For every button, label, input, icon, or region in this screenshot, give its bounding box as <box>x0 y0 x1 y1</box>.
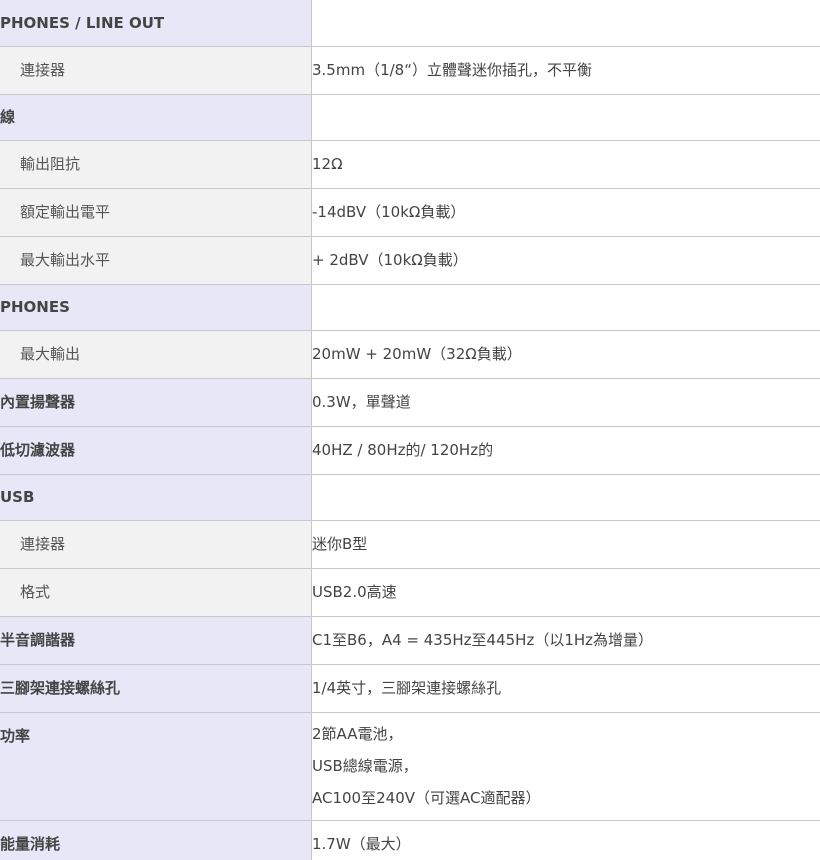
spec-value <box>311 473 820 521</box>
table-row: 低切濾波器 40HZ / 80Hz的/ 120Hz的 <box>0 425 820 475</box>
spec-label: 連接器 <box>0 45 312 95</box>
spec-value <box>311 283 820 331</box>
table-row: 內置揚聲器 0.3W，單聲道 <box>0 377 820 427</box>
table-row: 功率 2節AA電池， USB總線電源， AC100至240V（可選AC適配器） <box>0 711 820 821</box>
section-label: 低切濾波器 <box>0 425 312 475</box>
section-label: 三腳架連接螺絲孔 <box>0 663 312 713</box>
spec-label: 連接器 <box>0 519 312 569</box>
spec-value <box>311 0 820 47</box>
section-label: USB <box>0 473 312 521</box>
spec-label: 格式 <box>0 567 312 617</box>
table-row: 額定輸出電平 -14dBV（10kΩ負載） <box>0 187 820 237</box>
table-row: 連接器 迷你B型 <box>0 519 820 569</box>
spec-value: -14dBV（10kΩ負載） <box>311 187 820 237</box>
spec-label: 最大輸出 <box>0 329 312 379</box>
spec-value-multiline: 2節AA電池， USB總線電源， AC100至240V（可選AC適配器） <box>311 711 820 821</box>
spec-value: 40HZ / 80Hz的/ 120Hz的 <box>311 425 820 475</box>
table-row: 最大輸出 20mW + 20mW（32Ω負載） <box>0 329 820 379</box>
spec-value: 1.7W（最大） <box>311 819 820 860</box>
spec-value-line: USB總線電源， <box>312 756 418 775</box>
section-label: 功率 <box>0 711 312 821</box>
spec-value: 1/4英寸，三腳架連接螺絲孔 <box>311 663 820 713</box>
section-label: 線 <box>0 93 312 141</box>
spec-value <box>311 93 820 141</box>
table-row: PHONES <box>0 283 820 331</box>
section-label: 半音調諧器 <box>0 615 312 665</box>
table-row: 輸出阻抗 12Ω <box>0 139 820 189</box>
spec-label: 輸出阻抗 <box>0 139 312 189</box>
spec-value: + 2dBV（10kΩ負載） <box>311 235 820 285</box>
spec-label: 最大輸出水平 <box>0 235 312 285</box>
spec-value: C1至B6，A4 = 435Hz至445Hz（以1Hz為增量） <box>311 615 820 665</box>
section-label: 內置揚聲器 <box>0 377 312 427</box>
table-row: USB <box>0 473 820 521</box>
spec-label: 額定輸出電平 <box>0 187 312 237</box>
spec-value: 20mW + 20mW（32Ω負載） <box>311 329 820 379</box>
spec-value: 12Ω <box>311 139 820 189</box>
spec-value: 迷你B型 <box>311 519 820 569</box>
spec-value-line: AC100至240V（可選AC適配器） <box>312 788 541 807</box>
table-row: PHONES / LINE OUT <box>0 0 820 47</box>
table-row: 最大輸出水平 + 2dBV（10kΩ負載） <box>0 235 820 285</box>
section-label: PHONES <box>0 283 312 331</box>
table-row: 線 <box>0 93 820 141</box>
spec-value: 0.3W，單聲道 <box>311 377 820 427</box>
spec-table: PHONES / LINE OUT 連接器 3.5mm（1/8“）立體聲迷你插孔… <box>0 0 820 860</box>
spec-value: USB2.0高速 <box>311 567 820 617</box>
table-row: 連接器 3.5mm（1/8“）立體聲迷你插孔，不平衡 <box>0 45 820 95</box>
table-row: 半音調諧器 C1至B6，A4 = 435Hz至445Hz（以1Hz為增量） <box>0 615 820 665</box>
spec-value: 3.5mm（1/8“）立體聲迷你插孔，不平衡 <box>311 45 820 95</box>
table-row: 格式 USB2.0高速 <box>0 567 820 617</box>
table-row: 能量消耗 1.7W（最大） <box>0 819 820 860</box>
table-row: 三腳架連接螺絲孔 1/4英寸，三腳架連接螺絲孔 <box>0 663 820 713</box>
section-label: PHONES / LINE OUT <box>0 0 312 47</box>
spec-value-line: 2節AA電池， <box>312 724 403 743</box>
section-label: 能量消耗 <box>0 819 312 860</box>
